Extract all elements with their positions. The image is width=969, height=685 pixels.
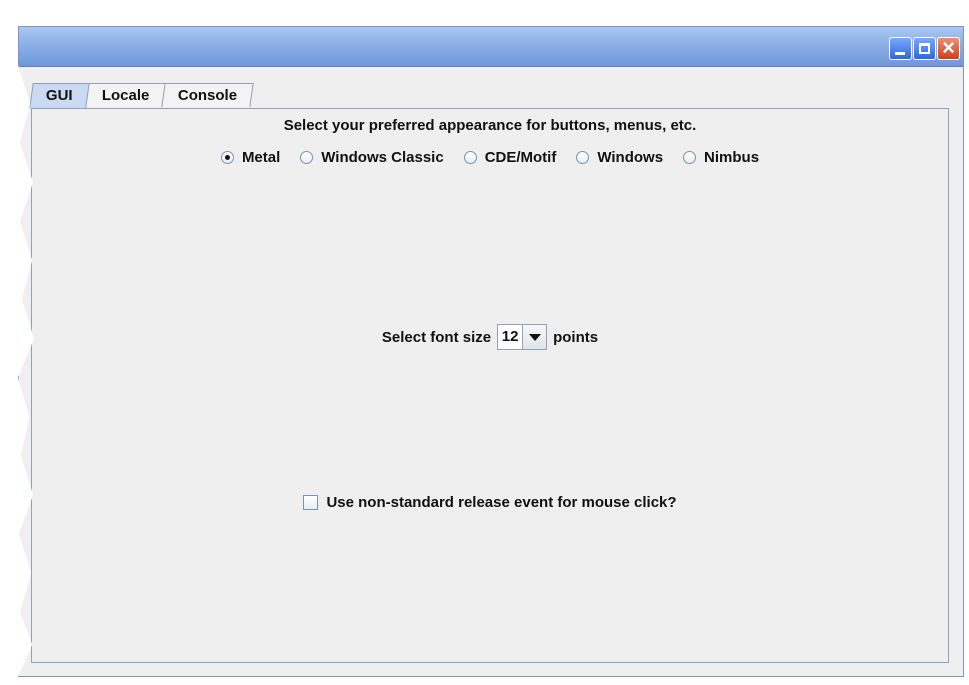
close-button[interactable]: × [937, 35, 960, 60]
radio-label: CDE/Motif [484, 149, 557, 166]
radio-cde-motif[interactable]: CDE/Motif [463, 149, 557, 166]
font-size-suffix: points [553, 328, 599, 346]
mouse-release-label: Use non-standard release event for mouse… [326, 494, 677, 511]
tab-locale[interactable]: Locale [84, 83, 166, 107]
tab-console-label: Console [178, 87, 238, 104]
radio-label: Nimbus [704, 149, 760, 166]
font-size-value: 12 [501, 328, 519, 345]
settings-window: × GUI Locale Console Select your preferr… [18, 26, 964, 677]
screen: × GUI Locale Console Select your preferr… [0, 0, 969, 685]
radio-label: Windows Classic [321, 149, 444, 166]
minimize-icon [895, 52, 905, 55]
chevron-down-icon[interactable] [522, 325, 547, 349]
tab-locale-label: Locale [101, 87, 150, 104]
tab-console[interactable]: Console [161, 83, 255, 107]
minimize-button[interactable] [889, 37, 912, 60]
radio-windows-classic[interactable]: Windows Classic [300, 149, 444, 166]
font-size-dropdown[interactable]: 12 [497, 324, 548, 350]
radio-metal[interactable]: Metal [220, 149, 281, 166]
mouse-release-option[interactable]: Use non-standard release event for mouse… [32, 494, 948, 511]
radio-checked-icon[interactable] [220, 151, 234, 164]
radio-nimbus[interactable]: Nimbus [683, 149, 759, 166]
radio-icon[interactable] [683, 151, 697, 164]
radio-icon[interactable] [463, 151, 477, 164]
appearance-heading: Select your preferred appearance for but… [283, 117, 697, 134]
radio-label: Windows [597, 149, 664, 166]
tab-bar: GUI Locale Console [29, 83, 255, 108]
tab-gui-label: GUI [45, 87, 73, 104]
radio-icon[interactable] [300, 151, 314, 164]
mouse-release-checkbox[interactable] [303, 495, 319, 510]
maximize-button[interactable] [913, 37, 936, 60]
maximize-icon [919, 43, 930, 54]
tab-gui[interactable]: GUI [29, 83, 90, 108]
radio-label: Metal [241, 149, 281, 166]
appearance-options: Metal Windows Classic CDE/Motif Windows … [32, 149, 948, 166]
gui-tab-panel: Select your preferred appearance for but… [31, 108, 949, 663]
radio-icon[interactable] [576, 151, 590, 164]
title-bar[interactable]: × [19, 27, 963, 67]
close-icon: × [942, 35, 955, 60]
font-size-label: Select font size [381, 328, 492, 346]
font-size-row: Select font size 12 points [32, 324, 948, 350]
radio-windows[interactable]: Windows [576, 149, 663, 166]
